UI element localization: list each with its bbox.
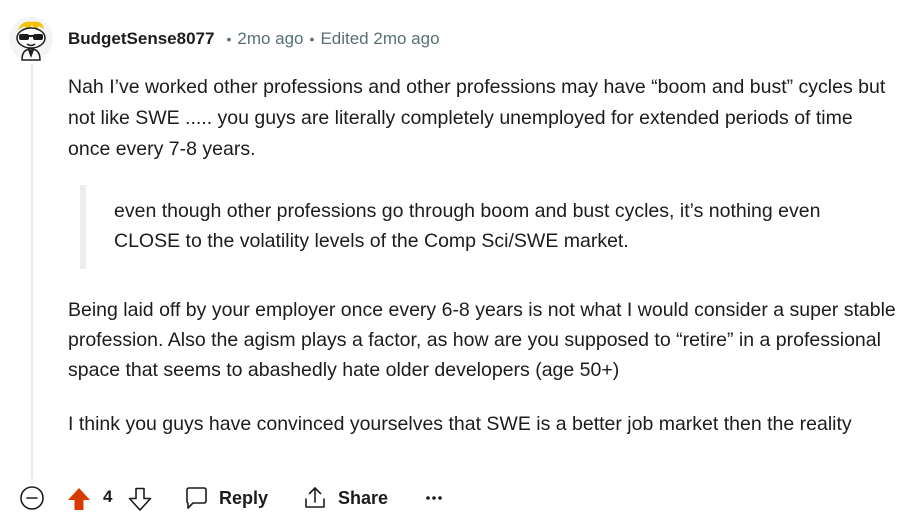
thread-line[interactable] <box>31 64 33 479</box>
timestamp[interactable]: 2mo ago <box>237 29 303 49</box>
comment-paragraph: I think you guys have convinced yourselv… <box>68 413 852 435</box>
minus-circle-icon <box>20 486 44 510</box>
share-upload-icon <box>305 487 325 508</box>
reply-button[interactable]: Reply <box>183 484 268 512</box>
edited-label: Edited 2mo ago <box>320 29 440 48</box>
upvote-button[interactable] <box>66 486 92 512</box>
comment-paragraph: Being laid off by your employer once eve… <box>68 299 896 381</box>
username-link[interactable]: BudgetSense8077 <box>68 29 214 49</box>
downvote-outline-icon <box>128 487 152 511</box>
blockquote: even though other professions go through… <box>80 185 880 269</box>
meta-separator: • <box>309 31 315 47</box>
comment-bubble-icon <box>186 487 207 509</box>
ellipsis-icon <box>426 496 442 500</box>
upvote-filled-icon <box>68 488 90 510</box>
vote-count: 4 <box>103 487 113 506</box>
share-button[interactable]: Share <box>302 484 388 512</box>
more-options-button[interactable] <box>422 484 446 512</box>
comment: BudgetSense8077 • 2mo ago • Edited 2mo a… <box>0 0 909 523</box>
downvote-button[interactable] <box>127 486 153 512</box>
avatar[interactable] <box>8 16 54 62</box>
reply-label: Reply <box>219 487 269 508</box>
quote-text: even though other professions go through… <box>114 200 821 252</box>
comment-action-bar: 4 Reply Share <box>0 478 909 518</box>
snoo-avatar-icon <box>9 17 53 61</box>
comment-paragraph: Nah I’ve worked other professions and ot… <box>68 76 886 160</box>
meta-separator: • <box>226 31 232 47</box>
share-label: Share <box>338 487 389 508</box>
comment-meta: BudgetSense8077 • 2mo ago • Edited 2mo a… <box>68 28 440 50</box>
collapse-button[interactable] <box>18 484 46 512</box>
